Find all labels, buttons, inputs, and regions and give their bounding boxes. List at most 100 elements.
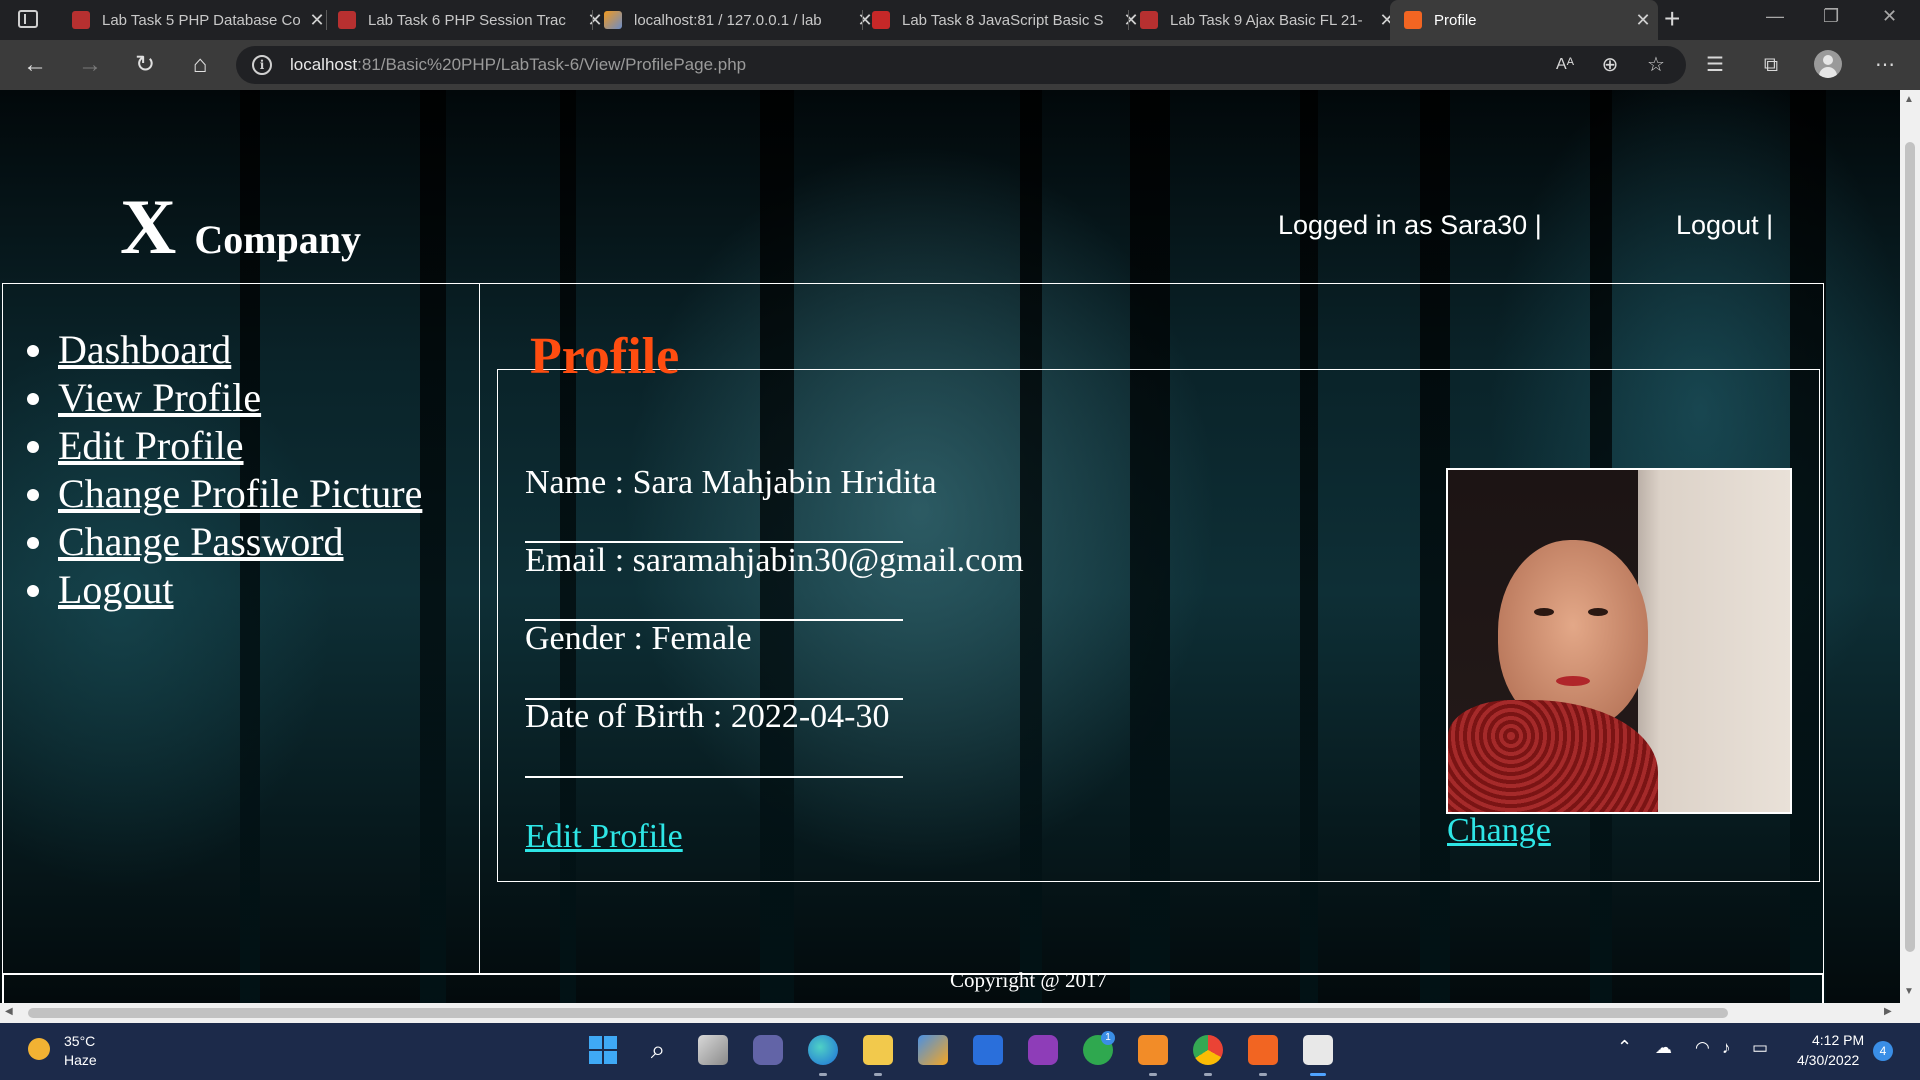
search-icon[interactable]: ⌕ — [643, 1035, 673, 1065]
edit-profile-button[interactable]: Edit Profile — [525, 818, 683, 856]
scroll-left-icon[interactable]: ◀ — [5, 1006, 13, 1017]
home-icon[interactable]: ⌂ — [185, 50, 215, 80]
volume-icon[interactable]: ♪ — [1722, 1038, 1731, 1058]
close-tab-icon[interactable]: ✕ — [308, 10, 326, 31]
horizontal-scrollbar[interactable]: ◀ ▶ — [0, 1003, 1900, 1023]
start-tile — [589, 1051, 602, 1064]
browser-tab-bar: Lab Task 5 PHP Database Co ✕ Lab Task 6 … — [0, 0, 1920, 40]
xampp-icon[interactable] — [1248, 1035, 1278, 1065]
teams-chat-icon[interactable] — [753, 1035, 783, 1065]
company-logo: X Company — [120, 182, 361, 272]
windows-start-icon[interactable] — [588, 1035, 618, 1065]
tab-lab-task-6[interactable]: Lab Task 6 PHP Session Trac ✕ — [338, 0, 604, 40]
vertical-scrollbar[interactable]: ▲ ▼ — [1900, 90, 1920, 1003]
sidebar-item-edit-profile: Edit Profile — [58, 422, 479, 470]
tab-lab-task-9[interactable]: Lab Task 9 Ajax Basic FL 21- ✕ — [1140, 0, 1396, 40]
page-viewport: X Company Logged in as Sara30 | Logout | … — [0, 90, 1900, 1003]
wifi-icon[interactable]: ◠ — [1695, 1038, 1710, 1058]
snipping-tool-icon[interactable] — [1303, 1035, 1333, 1065]
tab-phpmyadmin[interactable]: localhost:81 / 127.0.0.1 / lab ✕ — [604, 0, 874, 40]
header-logout-link[interactable]: Logout | — [1676, 210, 1773, 241]
clock-date[interactable]: 4/30/2022 — [1797, 1052, 1859, 1068]
browser-profile-icon[interactable] — [1814, 50, 1842, 78]
tab-lab-task-8[interactable]: Lab Task 8 JavaScript Basic S ✕ — [872, 0, 1140, 40]
more-options-icon[interactable]: ⋯ — [1870, 50, 1900, 80]
scrollbar-corner — [1900, 1003, 1920, 1023]
file-explorer-icon[interactable] — [863, 1035, 893, 1065]
profile-dob: Date of Birth : 2022-04-30 — [525, 698, 890, 735]
logo-mark: X — [120, 183, 177, 270]
view-profile-link[interactable]: View Profile — [58, 375, 261, 420]
restore-icon[interactable]: ❐ — [1823, 6, 1839, 27]
microsoft-store-icon[interactable] — [918, 1035, 948, 1065]
close-tab-icon[interactable]: ✕ — [1634, 10, 1652, 31]
close-window-icon[interactable]: ✕ — [1882, 6, 1897, 27]
close-tab-icon[interactable]: ✕ — [1122, 10, 1140, 31]
dashboard-link[interactable]: Dashboard — [58, 327, 231, 372]
tab-divider — [326, 10, 327, 30]
notification-center-badge[interactable]: 4 — [1873, 1041, 1893, 1061]
tab-title: Lab Task 5 PHP Database Co — [102, 11, 300, 29]
app-running-indicator — [874, 1073, 882, 1076]
scroll-up-icon[interactable]: ▲ — [1904, 94, 1914, 105]
app-running-indicator — [1149, 1073, 1157, 1076]
change-profile-picture-link[interactable]: Change Profile Picture — [58, 471, 422, 516]
sidebar-item-dashboard: Dashboard — [58, 326, 479, 374]
logout-link[interactable]: Logout — [58, 567, 174, 612]
change-picture-link[interactable]: Change — [1447, 812, 1551, 850]
tab-divider — [862, 10, 863, 30]
tab-lab-task-5[interactable]: Lab Task 5 PHP Database Co ✕ — [72, 0, 326, 40]
collections-icon[interactable]: ⧉ — [1756, 50, 1786, 80]
clock-time[interactable]: 4:12 PM — [1812, 1032, 1864, 1048]
favorites-icon[interactable]: ☰ — [1700, 50, 1730, 80]
profile-picture — [1446, 468, 1792, 814]
change-password-link[interactable]: Change Password — [58, 519, 344, 564]
back-icon[interactable]: ← — [20, 50, 50, 80]
sublime-text-icon[interactable] — [1138, 1035, 1168, 1065]
close-tab-icon[interactable]: ✕ — [586, 10, 604, 31]
show-hidden-icons-icon[interactable]: ⌃ — [1617, 1037, 1632, 1058]
weather-description[interactable]: Haze — [64, 1052, 97, 1068]
profile-email: Email : saramahjabin30@gmail.com — [525, 542, 1024, 579]
edit-profile-link[interactable]: Edit Profile — [58, 423, 244, 468]
weather-temperature[interactable]: 35°C — [64, 1033, 95, 1049]
photo-lips — [1556, 676, 1590, 686]
tab-title: localhost:81 / 127.0.0.1 / lab — [634, 11, 822, 29]
mail-icon[interactable] — [973, 1035, 1003, 1065]
logo-name: Company — [194, 217, 362, 262]
read-aloud-icon[interactable]: Aᴬ — [1550, 50, 1580, 80]
edge-icon[interactable] — [808, 1035, 838, 1065]
scroll-down-icon[interactable]: ▼ — [1904, 986, 1914, 997]
app-active-indicator — [1310, 1073, 1326, 1076]
pdf-icon — [72, 11, 90, 29]
scrollbar-thumb[interactable] — [28, 1008, 1728, 1018]
start-tile — [604, 1036, 617, 1049]
url-text[interactable]: localhost:81/Basic%20PHP/LabTask-6/View/… — [290, 55, 746, 75]
start-tile — [589, 1036, 602, 1049]
new-tab-button[interactable]: + — [1664, 3, 1680, 35]
tab-divider — [592, 10, 593, 30]
weather-icon[interactable] — [28, 1038, 50, 1060]
tab-profile[interactable]: Profile ✕ — [1390, 0, 1658, 40]
forward-icon[interactable]: → — [75, 50, 105, 80]
onedrive-icon[interactable]: ☁ — [1655, 1038, 1672, 1058]
browser-toolbar: ← → ↻ ⌂ i localhost:81/Basic%20PHP/LabTa… — [0, 40, 1920, 90]
reload-icon[interactable]: ↻ — [130, 50, 160, 80]
scroll-right-icon[interactable]: ▶ — [1884, 1006, 1892, 1017]
minimize-icon[interactable]: — — [1766, 6, 1784, 27]
profile-gender: Gender : Female — [525, 620, 752, 657]
site-info-icon[interactable]: i — [252, 55, 272, 75]
address-bar[interactable]: i localhost:81/Basic%20PHP/LabTask-6/Vie… — [236, 46, 1686, 84]
battery-icon[interactable]: ▭ — [1752, 1038, 1768, 1058]
start-tile — [604, 1051, 617, 1064]
task-view-icon[interactable] — [698, 1035, 728, 1065]
chrome-icon[interactable] — [1193, 1035, 1223, 1065]
add-favorite-icon[interactable]: ☆ — [1641, 50, 1671, 80]
photo-eye — [1534, 608, 1554, 616]
zoom-icon[interactable]: ⊕ — [1595, 50, 1625, 80]
app-running-indicator — [1259, 1073, 1267, 1076]
sidebar-item-view-profile: View Profile — [58, 374, 479, 422]
podcast-app-icon[interactable] — [1028, 1035, 1058, 1065]
tab-actions-icon[interactable] — [18, 10, 38, 28]
scrollbar-thumb[interactable] — [1905, 142, 1915, 952]
